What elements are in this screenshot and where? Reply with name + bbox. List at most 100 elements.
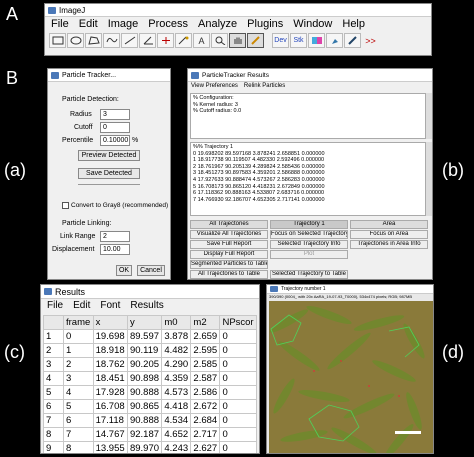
polygon-tool-icon[interactable]	[85, 33, 102, 48]
focus-selected-trajectory-button[interactable]: Focus on Selected Trajectory	[270, 230, 348, 239]
convert-checkbox[interactable]	[62, 202, 69, 209]
displacement-label: Displacement	[52, 246, 95, 253]
table-row[interactable]: 5 4 17.928 90.888 4.573 2.586 0	[43, 385, 257, 400]
cell: 8	[63, 441, 94, 453]
trajectory-log: %% Trajectory 1 0 19.698202 89.597168 3.…	[190, 142, 426, 216]
percentile-field[interactable]: 0.10000	[100, 135, 130, 146]
cell: 16.708	[92, 399, 128, 414]
plot-button[interactable]: Plot	[270, 250, 348, 259]
stack-tool-icon[interactable]: Stk	[290, 33, 307, 48]
straight-line-tool-icon[interactable]	[121, 33, 138, 48]
results-app-icon	[191, 72, 199, 79]
table-menu-file[interactable]: File	[47, 300, 63, 311]
microscopy-image[interactable]	[269, 301, 433, 453]
menu-window[interactable]: Window	[293, 18, 332, 30]
segmented-particles-table-button[interactable]: Segmented Particles to Table	[190, 260, 268, 269]
trajectory-1-button[interactable]: Trajectory 1	[270, 220, 348, 229]
panel-label-table: (c)	[4, 342, 25, 362]
trajectories-in-area-info-button[interactable]: Trajectories in Area Info	[350, 240, 428, 249]
menu-file[interactable]: File	[51, 18, 69, 30]
trajectory-line: 6 17.118362 90.888163 4.533807 2.683716 …	[193, 190, 325, 197]
table-menu-results[interactable]: Results	[130, 300, 163, 311]
link-range-field[interactable]: 2	[100, 231, 130, 242]
wand-tool-icon[interactable]	[175, 33, 192, 48]
cell: 5	[63, 399, 94, 414]
angle-tool-icon[interactable]	[139, 33, 156, 48]
menu-process[interactable]: Process	[148, 18, 188, 30]
color-picker-tool-icon[interactable]	[247, 33, 264, 48]
point-tool-icon[interactable]	[157, 33, 174, 48]
trajectory-line: 5 16.708173 90.865120 4.418231 2.672849 …	[193, 183, 325, 190]
preview-detected-button[interactable]: Preview Detected	[78, 150, 140, 161]
table-app-icon	[44, 288, 52, 295]
ok-button[interactable]: OK	[116, 265, 132, 276]
trajectory-scrollbar[interactable]	[426, 142, 432, 216]
area-button[interactable]: Area	[350, 220, 428, 229]
col-header-npscore[interactable]: NPscor	[219, 315, 257, 330]
table-row[interactable]: 7 6 17.118 90.888 4.534 2.684 0	[43, 413, 257, 428]
all-trajectories-button[interactable]: All Trajectories	[190, 220, 268, 229]
selected-trajectory-info-button[interactable]: Selected Trajectory Info	[270, 240, 348, 249]
radius-label: Radius	[70, 111, 92, 118]
menu-analyze[interactable]: Analyze	[198, 18, 237, 30]
menu-help[interactable]: Help	[342, 18, 365, 30]
table-menu-edit[interactable]: Edit	[73, 300, 90, 311]
config-line: % Cutoff radius: 0.0	[193, 108, 242, 115]
table-header-row: frame x y m0 m2 NPscor	[43, 315, 257, 330]
col-header-index[interactable]	[43, 315, 64, 330]
hand-tool-icon[interactable]	[229, 33, 246, 48]
dev-tool-icon[interactable]: Dev	[272, 33, 289, 48]
all-trajectories-table-button[interactable]: All Trajectories to Table	[190, 270, 268, 279]
cutoff-label: Cutoff	[74, 124, 93, 131]
magnifier-tool-icon[interactable]	[211, 33, 228, 48]
menu-view-preferences[interactable]: View Preferences	[191, 83, 238, 89]
table-row[interactable]: 8 7 14.767 92.187 4.652 2.717 0	[43, 427, 257, 442]
dropper-tool-icon[interactable]	[344, 33, 361, 48]
brush-tool-icon[interactable]	[326, 33, 343, 48]
save-full-report-button[interactable]: Save Full Report	[190, 240, 268, 249]
selected-trajectory-table-button[interactable]: Selected Trajectory to Table	[270, 270, 348, 279]
col-header-x[interactable]: x	[92, 315, 128, 330]
cell: 4.359	[161, 371, 192, 386]
table-row[interactable]: 6 5 16.708 90.865 4.418 2.672 0	[43, 399, 257, 414]
lut-tool-icon[interactable]	[308, 33, 325, 48]
table-row[interactable]: 4 3 18.451 90.898 4.359 2.587 0	[43, 371, 257, 386]
col-header-m0[interactable]: m0	[161, 315, 192, 330]
panel-label-results: (b)	[442, 160, 464, 180]
cell: 90.119	[126, 343, 163, 358]
col-header-m2[interactable]: m2	[190, 315, 221, 330]
radius-field[interactable]: 3	[100, 109, 130, 120]
col-header-y[interactable]: y	[126, 315, 163, 330]
table-row[interactable]: 9 8 13.955 89.970 4.243 2.627 0	[43, 441, 257, 453]
cell: 18.762	[92, 357, 128, 372]
trajectory-heading: %% Trajectory 1	[193, 144, 234, 150]
table-row[interactable]: 2 1 18.918 90.119 4.482 2.595 0	[43, 343, 257, 358]
focus-area-button[interactable]: Focus on Area	[350, 230, 428, 239]
menu-image[interactable]: Image	[108, 18, 139, 30]
cell: 6	[43, 399, 64, 414]
menu-relink-particles[interactable]: Relink Particles	[244, 83, 285, 89]
cutoff-field[interactable]: 0	[100, 122, 130, 133]
oval-tool-icon[interactable]	[67, 33, 84, 48]
results-menubar: View Preferences Relink Particles	[188, 82, 432, 90]
cell: 18.918	[92, 343, 128, 358]
save-detected-button[interactable]: Save Detected	[78, 168, 140, 179]
rectangle-tool-icon[interactable]	[49, 33, 66, 48]
freehand-tool-icon[interactable]	[103, 33, 120, 48]
col-header-frame[interactable]: frame	[63, 315, 94, 330]
displacement-field[interactable]: 10.00	[100, 244, 130, 255]
menu-plugins[interactable]: Plugins	[247, 18, 283, 30]
table-row[interactable]: 3 2 18.762 90.205 4.290 2.585 0	[43, 357, 257, 372]
menu-edit[interactable]: Edit	[79, 18, 98, 30]
cell: 4.290	[161, 357, 192, 372]
table-row[interactable]: 1 0 19.698 89.597 3.878 2.659 0	[43, 329, 257, 344]
cell: 4.534	[161, 413, 192, 428]
visualize-all-trajectories-button[interactable]: Visualize All Trajectories	[190, 230, 268, 239]
config-scrollbar[interactable]	[426, 93, 432, 139]
table-menu-font[interactable]: Font	[100, 300, 120, 311]
cancel-button[interactable]: Cancel	[137, 265, 165, 276]
more-tools-icon[interactable]: >>	[362, 33, 379, 48]
tracker-app-icon	[51, 72, 59, 79]
display-full-report-button[interactable]: Display Full Report	[190, 250, 268, 259]
text-tool-icon[interactable]: A	[193, 33, 210, 48]
